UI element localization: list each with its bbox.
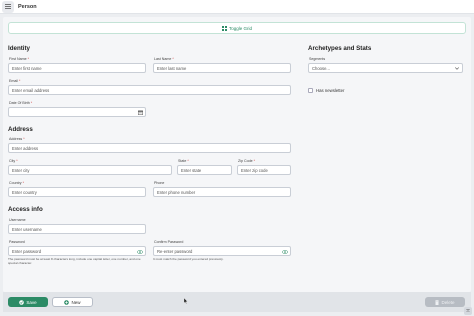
- page-title: Person: [18, 3, 37, 10]
- confirm-password-label: Confirm Password: [154, 240, 184, 244]
- top-bar: Person: [0, 0, 474, 14]
- address-label: Address *: [9, 137, 25, 141]
- confirm-password-input[interactable]: Re-enter password: [153, 246, 291, 256]
- email-label: Email *: [9, 79, 21, 83]
- date-of-birth-label: Date Of Birth *: [9, 101, 33, 105]
- grid-icon: [221, 25, 227, 31]
- zip-code-input[interactable]: Enter zip code: [237, 165, 291, 175]
- state-label: State *: [178, 159, 189, 163]
- chevron-down-icon: [455, 67, 459, 70]
- password-help-text: The password must be at least 8 characte…: [8, 257, 141, 266]
- first-name-input[interactable]: Enter first name: [8, 63, 146, 73]
- eye-icon[interactable]: [282, 249, 288, 254]
- phone-label: Phone: [154, 181, 165, 185]
- scroll-top-icon: [466, 309, 470, 313]
- date-of-birth-input[interactable]: [8, 107, 146, 117]
- username-input[interactable]: Enter username: [8, 224, 146, 234]
- city-input[interactable]: Enter city: [8, 165, 172, 175]
- username-label: Username: [9, 218, 26, 222]
- delete-label: Delete: [441, 299, 455, 305]
- password-label: Password: [9, 240, 25, 244]
- first-name-label: First Name *: [9, 57, 29, 61]
- menu-icon: [5, 4, 11, 9]
- save-label: Save: [26, 299, 37, 305]
- calendar-icon[interactable]: [138, 110, 143, 115]
- trash-icon: [435, 299, 440, 305]
- has-newsletter-checkbox[interactable]: [308, 88, 313, 93]
- last-name-input[interactable]: Enter last name: [153, 63, 291, 73]
- eye-icon[interactable]: [137, 249, 143, 254]
- new-button[interactable]: New: [52, 297, 93, 307]
- archetypes-heading: Archetypes and Stats: [308, 45, 372, 52]
- menu-button[interactable]: [2, 0, 14, 13]
- toggle-grid-button[interactable]: Toggle Grid: [8, 22, 466, 34]
- access-info-heading: Access info: [8, 206, 43, 213]
- address-input[interactable]: Enter address: [8, 143, 291, 153]
- plus-circle-icon: [64, 299, 70, 305]
- new-label: New: [71, 299, 81, 305]
- city-label: City *: [9, 159, 18, 163]
- cursor-icon: [184, 298, 188, 304]
- identity-heading: Identity: [8, 45, 31, 52]
- email-input[interactable]: Enter email address: [8, 85, 291, 95]
- delete-button[interactable]: Delete: [425, 297, 465, 307]
- country-label: Country *: [9, 181, 24, 185]
- country-input[interactable]: Enter country: [8, 187, 146, 197]
- has-newsletter-label: Has newsletter: [316, 87, 345, 93]
- zip-code-label: Zip Code *: [238, 159, 255, 163]
- confirm-password-help-text: It must match the password you entered p…: [153, 257, 224, 261]
- save-button[interactable]: Save: [8, 297, 48, 307]
- state-input[interactable]: Enter state: [177, 165, 232, 175]
- last-name-label: Last Name *: [154, 57, 174, 61]
- toggle-grid-label: Toggle Grid: [228, 25, 252, 31]
- check-circle-icon: [19, 299, 25, 305]
- password-input[interactable]: Enter password: [8, 246, 146, 256]
- segments-select[interactable]: Choose...: [308, 63, 463, 73]
- scroll-to-top-button[interactable]: [464, 307, 472, 315]
- address-heading: Address: [8, 126, 33, 133]
- segments-label: Segments: [309, 57, 326, 61]
- phone-input[interactable]: Enter phone number: [153, 187, 291, 197]
